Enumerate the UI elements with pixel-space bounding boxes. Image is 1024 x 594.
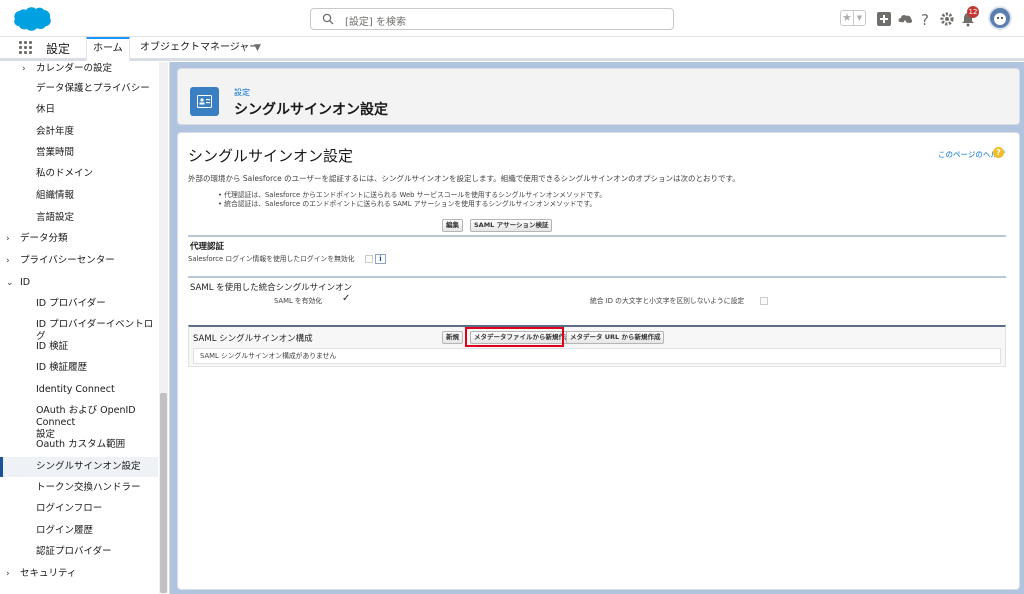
saml-validate-button[interactable]: SAML アサーション検証 bbox=[470, 219, 553, 232]
chevron-down-icon[interactable]: ▼ bbox=[254, 43, 261, 53]
main-content: 設定 シングルサインオン設定 シングルサインオン設定 このページのヘルプ ? 外… bbox=[170, 62, 1024, 594]
chevron-right-icon: › bbox=[22, 64, 26, 74]
sidebar-item-login-history[interactable]: ログイン履歴 bbox=[0, 525, 158, 537]
sidebar-item-data-protection[interactable]: データ保護とプライバシー bbox=[0, 83, 158, 95]
global-actions-icon[interactable] bbox=[876, 11, 892, 27]
sidebar-item-holidays[interactable]: 休日 bbox=[0, 104, 158, 116]
app-launcher-icon[interactable] bbox=[19, 41, 33, 55]
tab-home[interactable]: ホーム bbox=[86, 37, 130, 61]
disable-login-checkbox[interactable] bbox=[365, 255, 373, 263]
sidebar-item-calendar[interactable]: › カレンダーの設定 bbox=[0, 63, 158, 75]
single-sign-on-icon bbox=[190, 87, 219, 116]
sidebar-item-language-settings[interactable]: 言語設定 bbox=[0, 212, 158, 224]
sidebar-item-identity-verification[interactable]: ID 検証 bbox=[0, 341, 158, 353]
svg-text:?: ? bbox=[921, 11, 929, 27]
global-search-input[interactable]: [設定] を検索 bbox=[310, 8, 674, 30]
sidebar-item-company-info[interactable]: 組織情報 bbox=[0, 190, 158, 202]
chevron-right-icon: › bbox=[6, 234, 10, 244]
star-icon: ★ bbox=[842, 11, 852, 24]
search-icon bbox=[322, 13, 334, 25]
sidebar-item-my-domain[interactable]: 私のドメイン bbox=[0, 168, 158, 180]
sidebar-item-identity-connect[interactable]: Identity Connect bbox=[0, 384, 158, 396]
case-insensitive-checkbox[interactable] bbox=[760, 297, 768, 305]
list-item: • 統合認証は、Salesforce のエンドポイントに送られる SAML アサ… bbox=[218, 200, 597, 208]
favorites-button[interactable]: ★ ▼ bbox=[840, 10, 866, 26]
chevron-right-icon: › bbox=[6, 256, 10, 266]
section-divider bbox=[188, 235, 1006, 237]
setup-sidebar: › カレンダーの設定 データ保護とプライバシー 休日 会計年度 営業時間 私のドメ… bbox=[0, 62, 170, 594]
search-placeholder: [設定] を検索 bbox=[345, 17, 406, 28]
content-title: シングルサインオン設定 bbox=[188, 147, 354, 165]
saml-config-heading: SAML シングルサインオン構成 bbox=[193, 334, 313, 344]
sso-settings-panel: シングルサインオン設定 このページのヘルプ ? 外部の環境から Salesfor… bbox=[177, 132, 1020, 590]
option-list: • 代理認証は、Salesforce からエンドポイントに送られる Web サー… bbox=[218, 191, 606, 209]
help-icon[interactable]: ? bbox=[918, 11, 934, 27]
notification-count-badge: 12 bbox=[967, 6, 979, 18]
sidebar-item-single-sign-on[interactable]: シングルサインオン設定 bbox=[0, 457, 158, 477]
chevron-down-icon: ▼ bbox=[852, 11, 865, 25]
salesforce-logo[interactable] bbox=[8, 5, 52, 33]
info-icon[interactable]: i bbox=[375, 254, 386, 264]
chevron-right-icon: › bbox=[6, 569, 10, 579]
description: 外部の環境から Salesforce のユーザーを認証するには、シングルサインオ… bbox=[188, 174, 740, 183]
saml-section-heading: SAML を使用した統合シングルサインオン bbox=[190, 283, 353, 293]
app-nav-bar: 設定 ホーム オブジェクトマネージャー ▼ bbox=[0, 37, 1024, 61]
sidebar-item-oauth-openid[interactable]: OAuth および OpenID Connect 設定 bbox=[0, 405, 158, 441]
global-header: [設定] を検索 ★ ▼ ? 12 bbox=[0, 0, 1024, 37]
sidebar-item-business-hours[interactable]: 営業時間 bbox=[0, 147, 158, 159]
sidebar-item-auth-providers[interactable]: 認証プロバイダー bbox=[0, 546, 158, 558]
user-avatar[interactable] bbox=[988, 6, 1012, 30]
edit-button[interactable]: 編集 bbox=[442, 219, 463, 232]
help-icon[interactable]: ? bbox=[993, 147, 1004, 158]
saml-enabled-label: SAML を有効化 bbox=[274, 297, 323, 305]
saml-config-list: SAML シングルサインオン構成 新規 メタデータファイルから新規作成 メタデー… bbox=[188, 325, 1006, 367]
section-divider bbox=[188, 276, 1006, 278]
delegated-auth-heading: 代理認証 bbox=[190, 242, 225, 252]
page-header: 設定 シングルサインオン設定 bbox=[177, 68, 1020, 125]
sidebar-item-oauth-scopes[interactable]: Oauth カスタム範囲 bbox=[0, 439, 158, 451]
list-item: • 代理認証は、Salesforce からエンドポイントに送られる Web サー… bbox=[218, 191, 607, 199]
sidebar-item-identity[interactable]: ⌄ ID bbox=[0, 277, 158, 289]
sidebar-item-identity-provider[interactable]: ID プロバイダー bbox=[0, 298, 158, 310]
sidebar-item-login-flows[interactable]: ログインフロー bbox=[0, 503, 158, 515]
sidebar-item-token-exchange[interactable]: トークン交換ハンドラー bbox=[0, 482, 158, 494]
breadcrumb[interactable]: 設定 bbox=[234, 87, 250, 98]
setup-gear-icon[interactable] bbox=[939, 11, 955, 27]
sidebar-item-fiscal-year[interactable]: 会計年度 bbox=[0, 126, 158, 138]
empty-state-row: SAML シングルサインオン構成がありません bbox=[193, 348, 1001, 364]
new-button[interactable]: 新規 bbox=[442, 331, 463, 344]
check-icon: ✓ bbox=[342, 293, 351, 304]
tab-object-manager[interactable]: オブジェクトマネージャー bbox=[134, 37, 265, 61]
page-title: シングルサインオン設定 bbox=[234, 102, 388, 118]
astro-avatar-icon bbox=[994, 13, 1006, 25]
chevron-down-icon: ⌄ bbox=[6, 278, 14, 288]
sidebar-item-data-classification[interactable]: › データ分類 bbox=[0, 233, 158, 245]
case-insensitive-label: 統合 ID の大文字と小文字を区別しないように設定 bbox=[590, 297, 745, 305]
sidebar-item-idp-event-log[interactable]: ID プロバイダーイベントログ bbox=[0, 319, 158, 343]
app-name: 設定 bbox=[46, 42, 71, 56]
disable-login-label: Salesforce ログイン情報を使用したログインを無効化 bbox=[188, 255, 355, 263]
trailhead-icon[interactable] bbox=[897, 11, 913, 27]
sidebar-scrollbar-thumb[interactable] bbox=[160, 393, 167, 593]
sidebar-item-privacy-center[interactable]: › プライバシーセンター bbox=[0, 255, 158, 267]
new-from-metadata-url-button[interactable]: メタデータ URL から新規作成 bbox=[566, 331, 665, 344]
sidebar-item-security[interactable]: › セキュリティ bbox=[0, 568, 158, 580]
highlight-box bbox=[465, 327, 564, 347]
sidebar-item-verification-history[interactable]: ID 検証履歴 bbox=[0, 362, 158, 374]
